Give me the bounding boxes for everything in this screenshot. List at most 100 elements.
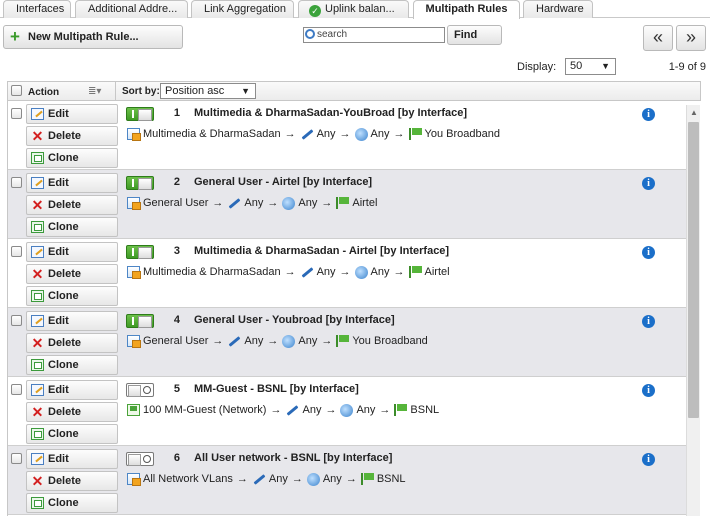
- scroll-up-icon[interactable]: ▲: [690, 108, 698, 117]
- delete-button[interactable]: ✕ Delete: [26, 333, 118, 353]
- scrollbar-thumb[interactable]: [688, 122, 699, 418]
- info-icon[interactable]: i: [642, 384, 655, 397]
- rule-title[interactable]: MM-Guest - BSNL [by Interface]: [194, 383, 359, 395]
- edit-button[interactable]: Edit: [26, 173, 118, 193]
- service-icon: [300, 266, 314, 278]
- clone-button[interactable]: Clone: [26, 286, 118, 306]
- edit-button[interactable]: Edit: [26, 449, 118, 469]
- globe-icon: [354, 265, 368, 279]
- row-checkbox[interactable]: [11, 315, 22, 326]
- search-icon: [305, 29, 315, 39]
- rule-title[interactable]: All User network - BSNL [by Interface]: [194, 452, 392, 464]
- scrollbar[interactable]: ▲: [686, 105, 700, 516]
- rule-service[interactable]: Any: [317, 266, 336, 278]
- rule-service[interactable]: Any: [269, 473, 288, 485]
- delete-button[interactable]: ✕ Delete: [26, 126, 118, 146]
- rule-source[interactable]: 100 MM-Guest (Network): [143, 404, 266, 416]
- edit-label: Edit: [48, 246, 69, 258]
- display-count-select[interactable]: 50 ▼: [565, 58, 616, 75]
- edit-button[interactable]: Edit: [26, 380, 118, 400]
- tab-link-aggregation[interactable]: Link Aggregation: [191, 0, 294, 18]
- rule-gateway[interactable]: Airtel: [425, 266, 450, 278]
- new-multipath-rule-button[interactable]: + New Multipath Rule...: [3, 25, 183, 49]
- info-icon[interactable]: i: [642, 315, 655, 328]
- row-checkbox[interactable]: [11, 108, 22, 119]
- previous-page-button[interactable]: «: [643, 25, 673, 51]
- clone-button[interactable]: Clone: [26, 148, 118, 168]
- tab-multipath-rules[interactable]: Multipath Rules: [413, 0, 520, 19]
- edit-button[interactable]: Edit: [26, 311, 118, 331]
- rule-enabled-toggle[interactable]: [126, 107, 154, 121]
- table-row[interactable]: Edit ✕ Delete Clone 2 General User - Airtel […: [8, 170, 687, 239]
- rule-destination[interactable]: Any: [371, 128, 390, 140]
- info-icon[interactable]: i: [642, 177, 655, 190]
- info-icon[interactable]: i: [642, 453, 655, 466]
- clone-button[interactable]: Clone: [26, 424, 118, 444]
- table-row[interactable]: Edit ✕ Delete Clone 3 Multimedia & DharmaSada…: [8, 239, 687, 308]
- sort-by-select[interactable]: Position asc ▼: [160, 83, 256, 99]
- rule-service[interactable]: Any: [317, 128, 336, 140]
- rule-service[interactable]: Any: [302, 404, 321, 416]
- edit-button[interactable]: Edit: [26, 104, 118, 124]
- rule-destination[interactable]: Any: [298, 197, 317, 209]
- rule-enabled-toggle[interactable]: [126, 314, 154, 328]
- tab-hardware[interactable]: Hardware: [523, 0, 593, 18]
- rule-source[interactable]: Multimedia & DharmaSadan: [143, 266, 281, 278]
- table-row[interactable]: Edit ✕ Delete Clone 5 MM-Guest - BSNL [by Int…: [8, 377, 687, 446]
- row-checkbox[interactable]: [11, 246, 22, 257]
- rule-source[interactable]: General User: [143, 197, 208, 209]
- rule-source[interactable]: All Network VLans: [143, 473, 233, 485]
- gateway-flag-icon: [360, 473, 374, 486]
- delete-button[interactable]: ✕ Delete: [26, 195, 118, 215]
- rule-gateway[interactable]: BSNL: [377, 473, 406, 485]
- row-checkbox[interactable]: [11, 384, 22, 395]
- rule-title[interactable]: Multimedia & DharmaSadan-YouBroad [by In…: [194, 107, 467, 119]
- clone-button[interactable]: Clone: [26, 355, 118, 375]
- group-icon: [127, 473, 141, 487]
- arrow-icon: →: [325, 404, 337, 417]
- delete-button[interactable]: ✕ Delete: [26, 471, 118, 491]
- clone-icon: [31, 290, 44, 302]
- row-checkbox[interactable]: [11, 453, 22, 464]
- rule-gateway[interactable]: You Broadband: [425, 128, 500, 140]
- rule-gateway[interactable]: You Broadband: [352, 335, 427, 347]
- rule-service[interactable]: Any: [244, 197, 263, 209]
- table-row[interactable]: Edit ✕ Delete Clone 4 General User - Youbroad…: [8, 308, 687, 377]
- info-icon[interactable]: i: [642, 246, 655, 259]
- table-row[interactable]: Edit ✕ Delete Clone 6 All User network - BSNL…: [8, 446, 687, 515]
- next-page-button[interactable]: »: [676, 25, 706, 51]
- clone-button[interactable]: Clone: [26, 217, 118, 237]
- rule-title[interactable]: General User - Airtel [by Interface]: [194, 176, 372, 188]
- find-button[interactable]: Find: [447, 25, 502, 45]
- rule-destination[interactable]: Any: [323, 473, 342, 485]
- tab-uplink-balancing[interactable]: ✓ Uplink balan...: [298, 0, 409, 18]
- rule-source[interactable]: General User: [143, 335, 208, 347]
- delete-button[interactable]: ✕ Delete: [26, 402, 118, 422]
- column-menu-icon[interactable]: ≣▾: [88, 86, 108, 97]
- arrow-icon: →: [379, 404, 391, 417]
- rule-title[interactable]: Multimedia & DharmaSadan - Airtel [by In…: [194, 245, 449, 257]
- rule-destination[interactable]: Any: [356, 404, 375, 416]
- rule-enabled-toggle[interactable]: [126, 176, 154, 190]
- rule-gateway[interactable]: BSNL: [410, 404, 439, 416]
- rule-destination[interactable]: Any: [298, 335, 317, 347]
- rule-enabled-toggle[interactable]: [126, 452, 154, 466]
- info-icon[interactable]: i: [642, 108, 655, 121]
- rule-destination[interactable]: Any: [371, 266, 390, 278]
- row-checkbox[interactable]: [11, 177, 22, 188]
- clone-button[interactable]: Clone: [26, 493, 118, 513]
- tab-interfaces[interactable]: Interfaces: [3, 0, 71, 18]
- rule-gateway[interactable]: Airtel: [352, 197, 377, 209]
- edit-button[interactable]: Edit: [26, 242, 118, 262]
- tab-additional-addresses[interactable]: Additional Addre...: [75, 0, 188, 18]
- rule-enabled-toggle[interactable]: [126, 245, 154, 259]
- search-input[interactable]: search: [303, 27, 445, 43]
- delete-button[interactable]: ✕ Delete: [26, 264, 118, 284]
- rule-enabled-toggle[interactable]: [126, 383, 154, 397]
- arrow-icon: →: [321, 197, 333, 210]
- select-all-checkbox[interactable]: [11, 85, 22, 96]
- rule-source[interactable]: Multimedia & DharmaSadan: [143, 128, 281, 140]
- rule-title[interactable]: General User - Youbroad [by Interface]: [194, 314, 395, 326]
- table-row[interactable]: Edit ✕ Delete Clone 1 Multimedia & DharmaSada…: [8, 101, 687, 170]
- rule-service[interactable]: Any: [244, 335, 263, 347]
